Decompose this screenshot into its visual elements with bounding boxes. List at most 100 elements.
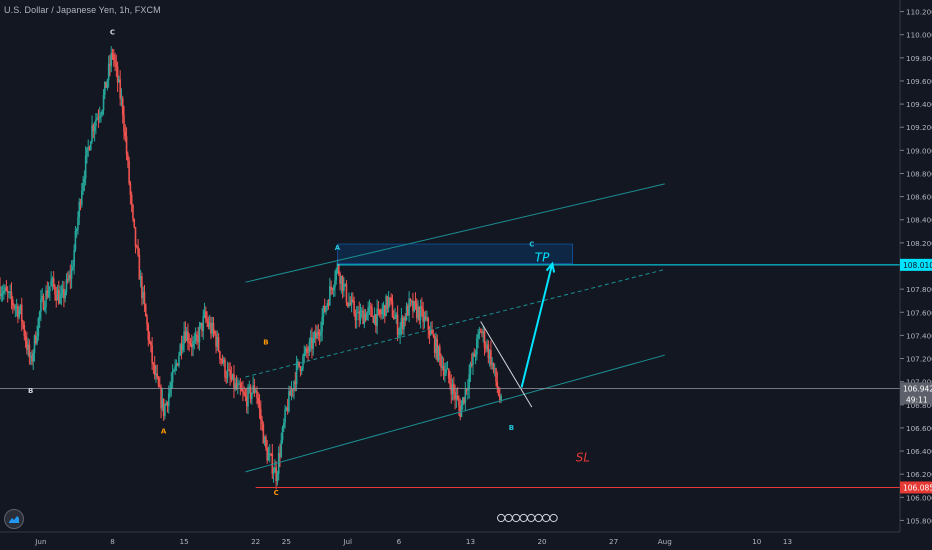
candle-body — [150, 341, 152, 346]
candle-body — [244, 394, 247, 397]
candle-body — [276, 473, 279, 482]
candle-body — [106, 79, 109, 89]
candle-body — [458, 399, 460, 407]
candle-body — [5, 287, 8, 291]
wave-label: A — [335, 244, 341, 252]
candle-body — [369, 306, 372, 308]
candle-body — [157, 377, 160, 387]
candle-body — [390, 297, 392, 302]
candle-body — [353, 301, 355, 314]
candle-body — [281, 427, 284, 441]
wave-label: A — [161, 428, 167, 436]
candle-body — [132, 205, 134, 219]
candle-body — [329, 286, 331, 306]
candle-body — [337, 262, 340, 274]
candle-body — [112, 54, 115, 60]
candle-body — [377, 308, 380, 310]
sl-label: SL — [576, 450, 590, 464]
candle-body — [1, 293, 4, 295]
tradingview-logo-icon[interactable] — [4, 509, 24, 529]
time-axis-label: 6 — [397, 537, 402, 546]
candle-body — [247, 387, 249, 407]
candle-body — [74, 231, 77, 251]
tp-label: TP — [535, 250, 550, 264]
candle-body — [127, 154, 129, 161]
candle-body — [352, 299, 354, 302]
event-marker-icon — [512, 513, 521, 523]
candle-body — [125, 136, 128, 155]
candle-body — [83, 178, 86, 183]
candle-body — [444, 372, 446, 376]
candle-body — [147, 324, 150, 341]
candle-body — [170, 382, 173, 389]
current-price-tag: 106.942 — [903, 384, 932, 393]
candle-body — [171, 371, 174, 383]
candle-body — [75, 229, 78, 232]
candle-body — [496, 381, 499, 389]
candle-body — [128, 160, 130, 184]
candle-body — [449, 378, 451, 385]
candle-body — [317, 331, 320, 335]
candle-body — [151, 345, 153, 364]
candle-body — [81, 190, 83, 205]
candle-body — [359, 312, 362, 321]
candle-body — [98, 116, 101, 118]
candle-body — [343, 284, 345, 292]
candle-body — [38, 311, 41, 319]
candle-body — [381, 309, 384, 315]
candle-body — [259, 409, 262, 420]
candle-body — [73, 250, 75, 267]
candle-body — [189, 342, 192, 344]
candle-body — [11, 299, 14, 306]
candle-body — [224, 359, 226, 378]
candle-body — [453, 383, 455, 392]
candle-body — [414, 301, 417, 304]
wave-label: C — [529, 240, 534, 248]
chart-title: U.S. Dollar / Japanese Yen, 1h, FXCM — [4, 5, 161, 15]
candle-body — [366, 312, 368, 321]
candle-body — [3, 290, 5, 294]
candle-body — [251, 393, 253, 399]
candle-body — [371, 307, 373, 317]
candle-body — [95, 119, 97, 127]
price-axis-label: 108.400 — [906, 216, 932, 225]
candle-body — [464, 389, 467, 403]
candle-body — [213, 331, 216, 335]
candle-body — [137, 246, 139, 255]
wave-label: C — [274, 489, 279, 497]
candle-body — [111, 52, 114, 55]
candle-body — [396, 314, 399, 335]
candle-body — [256, 390, 258, 398]
candle-body — [474, 354, 477, 357]
candle-body — [497, 388, 500, 396]
candle-body — [124, 131, 127, 137]
candle-body — [84, 155, 87, 179]
candle-body — [65, 279, 68, 292]
candle-body — [50, 280, 52, 287]
candle-body — [193, 341, 196, 343]
candle-body — [156, 373, 159, 378]
candle-body — [476, 338, 478, 355]
candle-body — [37, 318, 40, 336]
candle-body — [456, 395, 459, 400]
candle-body — [398, 334, 400, 336]
candle-body — [332, 287, 335, 291]
candle-body — [100, 113, 102, 117]
candle-body — [267, 454, 270, 461]
candle-body — [60, 293, 63, 296]
candle-body — [334, 280, 336, 288]
candle-body — [148, 340, 151, 342]
candle-body — [308, 341, 311, 353]
candle-body — [431, 329, 433, 334]
candle-body — [355, 313, 358, 321]
wave-label: C — [110, 29, 115, 37]
price-chart[interactable]: CBABCABCTPSL105.800106.000106.200106.400… — [0, 0, 932, 550]
candle-body — [335, 269, 338, 281]
candle-body — [13, 305, 15, 308]
candle-body — [217, 337, 220, 352]
candle-body — [447, 368, 450, 379]
candle-body — [178, 355, 180, 366]
candle-body — [164, 405, 166, 417]
candle-body — [394, 317, 396, 320]
candle-body — [219, 351, 221, 360]
